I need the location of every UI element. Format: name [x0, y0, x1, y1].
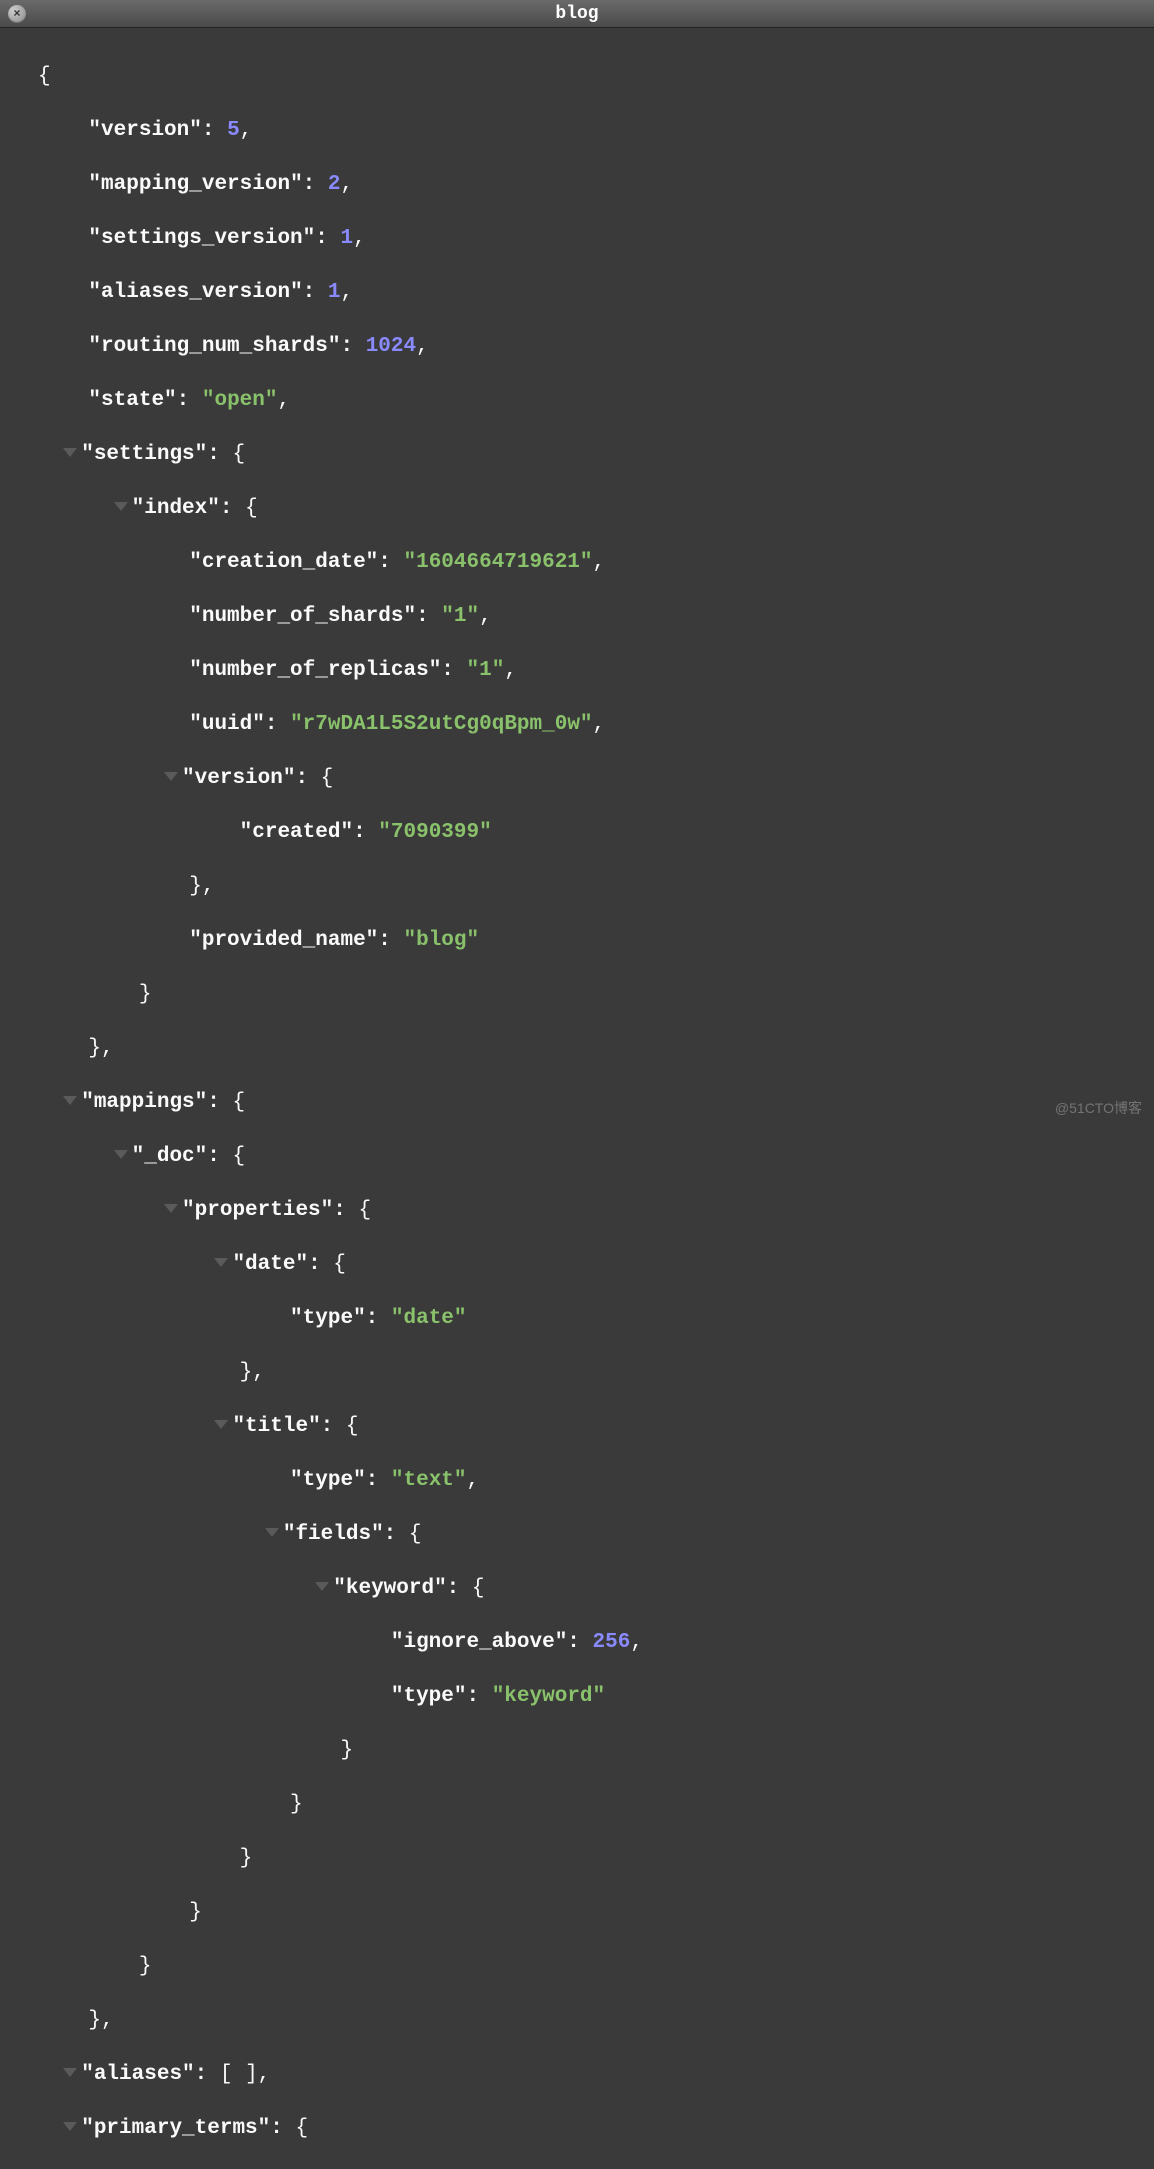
- kv-title: "title": {: [38, 1413, 1154, 1440]
- brace-close-index: }: [38, 981, 1154, 1008]
- brace-close-properties: }: [38, 1899, 1154, 1926]
- kv-date: "date": {: [38, 1251, 1154, 1278]
- kv-creation-date: "creation_date": "1604664719621",: [38, 549, 1154, 576]
- kv-aliases: "aliases": [ ],: [38, 2061, 1154, 2088]
- chevron-down-icon[interactable]: [63, 1096, 77, 1105]
- kv-provided-name: "provided_name": "blog": [38, 927, 1154, 954]
- kv-number-of-shards: "number_of_shards": "1",: [38, 603, 1154, 630]
- kv-mapping-version: "mapping_version": 2,: [38, 171, 1154, 198]
- kv-routing-num-shards: "routing_num_shards": 1024,: [38, 333, 1154, 360]
- kv-doc: "_doc": {: [38, 1143, 1154, 1170]
- chevron-down-icon[interactable]: [63, 2068, 77, 2077]
- kv-aliases-version: "aliases_version": 1,: [38, 279, 1154, 306]
- kv-version-obj: "version": {: [38, 765, 1154, 792]
- brace-close-keyword: }: [38, 1737, 1154, 1764]
- kv-ignore-above: "ignore_above": 256,: [38, 1629, 1154, 1656]
- title-bar: × blog: [0, 0, 1154, 28]
- kv-fields: "fields": {: [38, 1521, 1154, 1548]
- chevron-down-icon[interactable]: [63, 448, 77, 457]
- chevron-down-icon[interactable]: [214, 1420, 228, 1429]
- brace-open: {: [38, 63, 1154, 90]
- brace-close-date: },: [38, 1359, 1154, 1386]
- kv-state: "state": "open",: [38, 387, 1154, 414]
- kv-uuid: "uuid": "r7wDA1L5S2utCg0qBpm_0w",: [38, 711, 1154, 738]
- kv-created: "created": "7090399": [38, 819, 1154, 846]
- kv-primary-terms: "primary_terms": {: [38, 2115, 1154, 2142]
- kv-kw-type: "type": "keyword": [38, 1683, 1154, 1710]
- brace-close-fields: }: [38, 1791, 1154, 1818]
- chevron-down-icon[interactable]: [114, 502, 128, 511]
- brace-close-version: },: [38, 873, 1154, 900]
- kv-index: "index": {: [38, 495, 1154, 522]
- chevron-down-icon[interactable]: [63, 2122, 77, 2131]
- chevron-down-icon[interactable]: [114, 1150, 128, 1159]
- brace-close-title: }: [38, 1845, 1154, 1872]
- chevron-down-icon[interactable]: [214, 1258, 228, 1267]
- kv-title-type: "type": "text",: [38, 1467, 1154, 1494]
- kv-number-of-replicas: "number_of_replicas": "1",: [38, 657, 1154, 684]
- kv-version: "version": 5,: [38, 117, 1154, 144]
- kv-settings-version: "settings_version": 1,: [38, 225, 1154, 252]
- kv-mappings: "mappings": {: [38, 1089, 1154, 1116]
- json-viewer: { "version": 5, "mapping_version": 2, "s…: [0, 28, 1154, 2169]
- brace-close-doc: }: [38, 1953, 1154, 1980]
- chevron-down-icon[interactable]: [265, 1528, 279, 1537]
- window-title: blog: [0, 4, 1154, 24]
- chevron-down-icon[interactable]: [164, 1204, 178, 1213]
- chevron-down-icon[interactable]: [315, 1582, 329, 1591]
- kv-keyword: "keyword": {: [38, 1575, 1154, 1602]
- kv-properties: "properties": {: [38, 1197, 1154, 1224]
- brace-close-settings: },: [38, 1035, 1154, 1062]
- kv-settings: "settings": {: [38, 441, 1154, 468]
- kv-date-type: "type": "date": [38, 1305, 1154, 1332]
- chevron-down-icon[interactable]: [164, 772, 178, 781]
- brace-close-mappings: },: [38, 2007, 1154, 2034]
- close-icon[interactable]: ×: [8, 5, 26, 23]
- watermark: @51CTO博客: [1055, 1098, 1142, 1118]
